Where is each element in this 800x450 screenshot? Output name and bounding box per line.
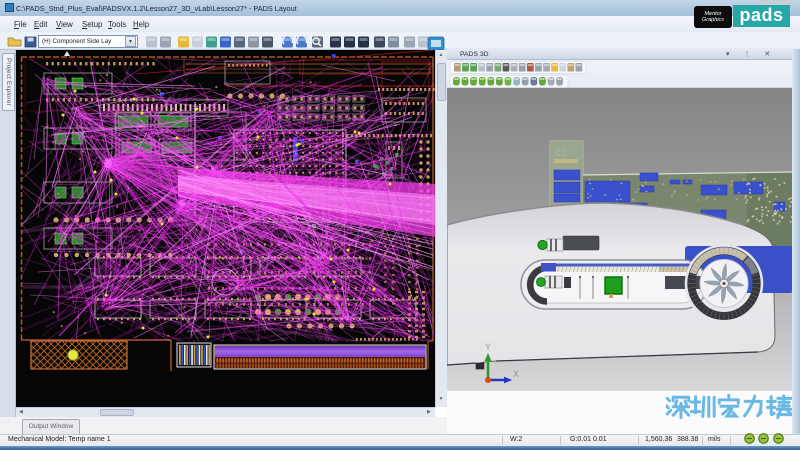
svg-text:Y: Y: [485, 342, 491, 352]
svg-text:X: X: [513, 369, 519, 379]
